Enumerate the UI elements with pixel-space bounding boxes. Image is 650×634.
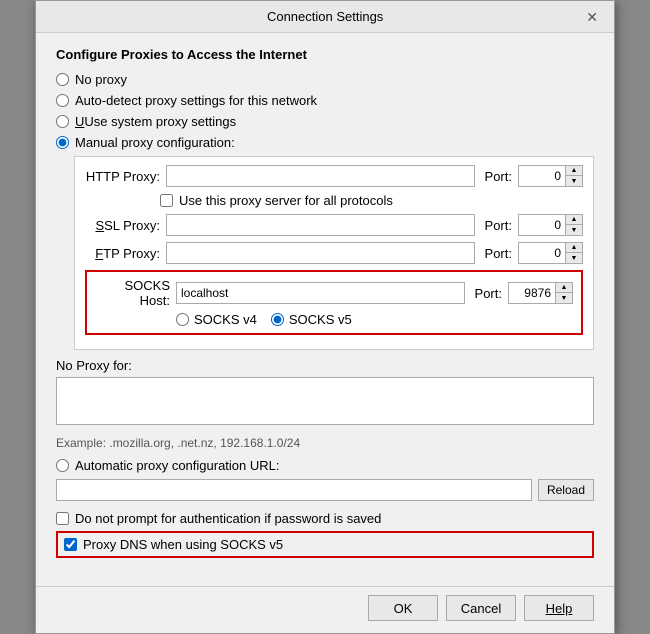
example-text: Example: .mozilla.org, .net.nz, 192.168.… — [56, 436, 594, 450]
ftp-port-label: Port: — [485, 246, 512, 261]
http-proxy-row: HTTP Proxy: Port: ▲ ▼ — [85, 165, 583, 187]
socks-v4-option: SOCKS v4 — [176, 312, 257, 327]
auto-proxy-option: Automatic proxy configuration URL: — [56, 458, 594, 473]
ftp-proxy-label: FTP Proxy: — [85, 246, 160, 261]
system-proxy-radio[interactable] — [56, 115, 69, 128]
no-auth-checkbox[interactable] — [56, 512, 69, 525]
ssl-port-spinner: ▲ ▼ — [566, 214, 583, 236]
socks-host-label: SOCKS Host: — [95, 278, 170, 308]
http-port-up[interactable]: ▲ — [566, 166, 582, 176]
ssl-proxy-row: SSL Proxy: Port: ▲ ▼ — [85, 214, 583, 236]
socks-v5-radio[interactable] — [271, 313, 284, 326]
ftp-port-down[interactable]: ▼ — [566, 253, 582, 263]
auto-proxy-label[interactable]: Automatic proxy configuration URL: — [75, 458, 279, 473]
socks-v5-label[interactable]: SOCKS v5 — [289, 312, 352, 327]
ftp-port-input[interactable] — [518, 242, 566, 264]
auto-proxy-url-input[interactable] — [56, 479, 532, 501]
button-row: OK Cancel Help — [36, 586, 614, 633]
reload-button[interactable]: Reload — [538, 479, 594, 501]
socks-v4-radio[interactable] — [176, 313, 189, 326]
auto-proxy-input-row: Reload — [56, 479, 594, 501]
no-proxy-label[interactable]: No proxy — [75, 72, 127, 87]
ftp-port-up[interactable]: ▲ — [566, 243, 582, 253]
proxy-dns-checkbox[interactable] — [64, 538, 77, 551]
http-port-input[interactable] — [518, 165, 566, 187]
ftp-port-wrap: ▲ ▼ — [518, 242, 583, 264]
http-port-label: Port: — [485, 169, 512, 184]
socks-v4-label[interactable]: SOCKS v4 — [194, 312, 257, 327]
socks-port-wrap: ▲ ▼ — [508, 282, 573, 304]
proxy-dns-label[interactable]: Proxy DNS when using SOCKS v5 — [83, 537, 283, 552]
socks-v5-option: SOCKS v5 — [271, 312, 352, 327]
auto-detect-option: Auto-detect proxy settings for this netw… — [56, 93, 594, 108]
http-port-down[interactable]: ▼ — [566, 176, 582, 186]
ssl-proxy-input[interactable] — [166, 214, 475, 236]
use-for-all-label[interactable]: Use this proxy server for all protocols — [179, 193, 393, 208]
socks-port-input[interactable] — [508, 282, 556, 304]
no-auth-label[interactable]: Do not prompt for authentication if pass… — [75, 511, 381, 526]
socks-port-up[interactable]: ▲ — [556, 283, 572, 293]
socks-port-label: Port: — [475, 286, 502, 301]
no-proxy-option: No proxy — [56, 72, 594, 87]
title-bar: Connection Settings ✕ — [36, 1, 614, 33]
use-for-all-checkbox[interactable] — [160, 194, 173, 207]
socks-version-row: SOCKS v4 SOCKS v5 — [95, 312, 573, 327]
socks-host-input[interactable] — [176, 282, 465, 304]
ftp-proxy-row: FTP Proxy: Port: ▲ ▼ — [85, 242, 583, 264]
socks-box: SOCKS Host: Port: ▲ ▼ SOCKS v4 — [85, 270, 583, 335]
cancel-button[interactable]: Cancel — [446, 595, 516, 621]
ssl-port-wrap: ▲ ▼ — [518, 214, 583, 236]
manual-proxy-radio[interactable] — [56, 136, 69, 149]
ssl-port-label: Port: — [485, 218, 512, 233]
http-proxy-input[interactable] — [166, 165, 475, 187]
auto-detect-radio[interactable] — [56, 94, 69, 107]
dialog-content: Configure Proxies to Access the Internet… — [36, 33, 614, 586]
ok-button[interactable]: OK — [368, 595, 438, 621]
socks-port-spinner: ▲ ▼ — [556, 282, 573, 304]
manual-config-box: HTTP Proxy: Port: ▲ ▼ Use this proxy ser… — [74, 156, 594, 350]
auto-proxy-radio[interactable] — [56, 459, 69, 472]
no-proxy-radio[interactable] — [56, 73, 69, 86]
http-port-spinner: ▲ ▼ — [566, 165, 583, 187]
manual-proxy-option: Manual proxy configuration: — [56, 135, 594, 150]
help-button[interactable]: Help — [524, 595, 594, 621]
ftp-proxy-input[interactable] — [166, 242, 475, 264]
bottom-checkboxes: Do not prompt for authentication if pass… — [56, 511, 594, 558]
no-auth-row: Do not prompt for authentication if pass… — [56, 511, 594, 526]
use-for-all-row: Use this proxy server for all protocols — [160, 193, 583, 208]
connection-settings-dialog: Connection Settings ✕ Configure Proxies … — [35, 0, 615, 634]
http-port-wrap: ▲ ▼ — [518, 165, 583, 187]
socks-port-down[interactable]: ▼ — [556, 293, 572, 303]
ssl-port-up[interactable]: ▲ — [566, 215, 582, 225]
no-proxy-for-label: No Proxy for: — [56, 358, 594, 373]
system-proxy-option: UUse system proxy settings — [56, 114, 594, 129]
http-proxy-label: HTTP Proxy: — [85, 169, 160, 184]
ssl-proxy-label: SSL Proxy: — [85, 218, 160, 233]
ssl-port-down[interactable]: ▼ — [566, 225, 582, 235]
close-button[interactable]: ✕ — [582, 10, 602, 24]
manual-proxy-label[interactable]: Manual proxy configuration: — [75, 135, 235, 150]
system-proxy-label[interactable]: UUse system proxy settings — [75, 114, 236, 129]
socks-host-row: SOCKS Host: Port: ▲ ▼ — [95, 278, 573, 308]
section-heading: Configure Proxies to Access the Internet — [56, 47, 594, 62]
ftp-port-spinner: ▲ ▼ — [566, 242, 583, 264]
no-proxy-textarea[interactable] — [56, 377, 594, 425]
ssl-port-input[interactable] — [518, 214, 566, 236]
no-proxy-section: No Proxy for: — [56, 358, 594, 428]
proxy-dns-box: Proxy DNS when using SOCKS v5 — [56, 531, 594, 558]
auto-detect-label[interactable]: Auto-detect proxy settings for this netw… — [75, 93, 317, 108]
dialog-title: Connection Settings — [68, 9, 582, 24]
